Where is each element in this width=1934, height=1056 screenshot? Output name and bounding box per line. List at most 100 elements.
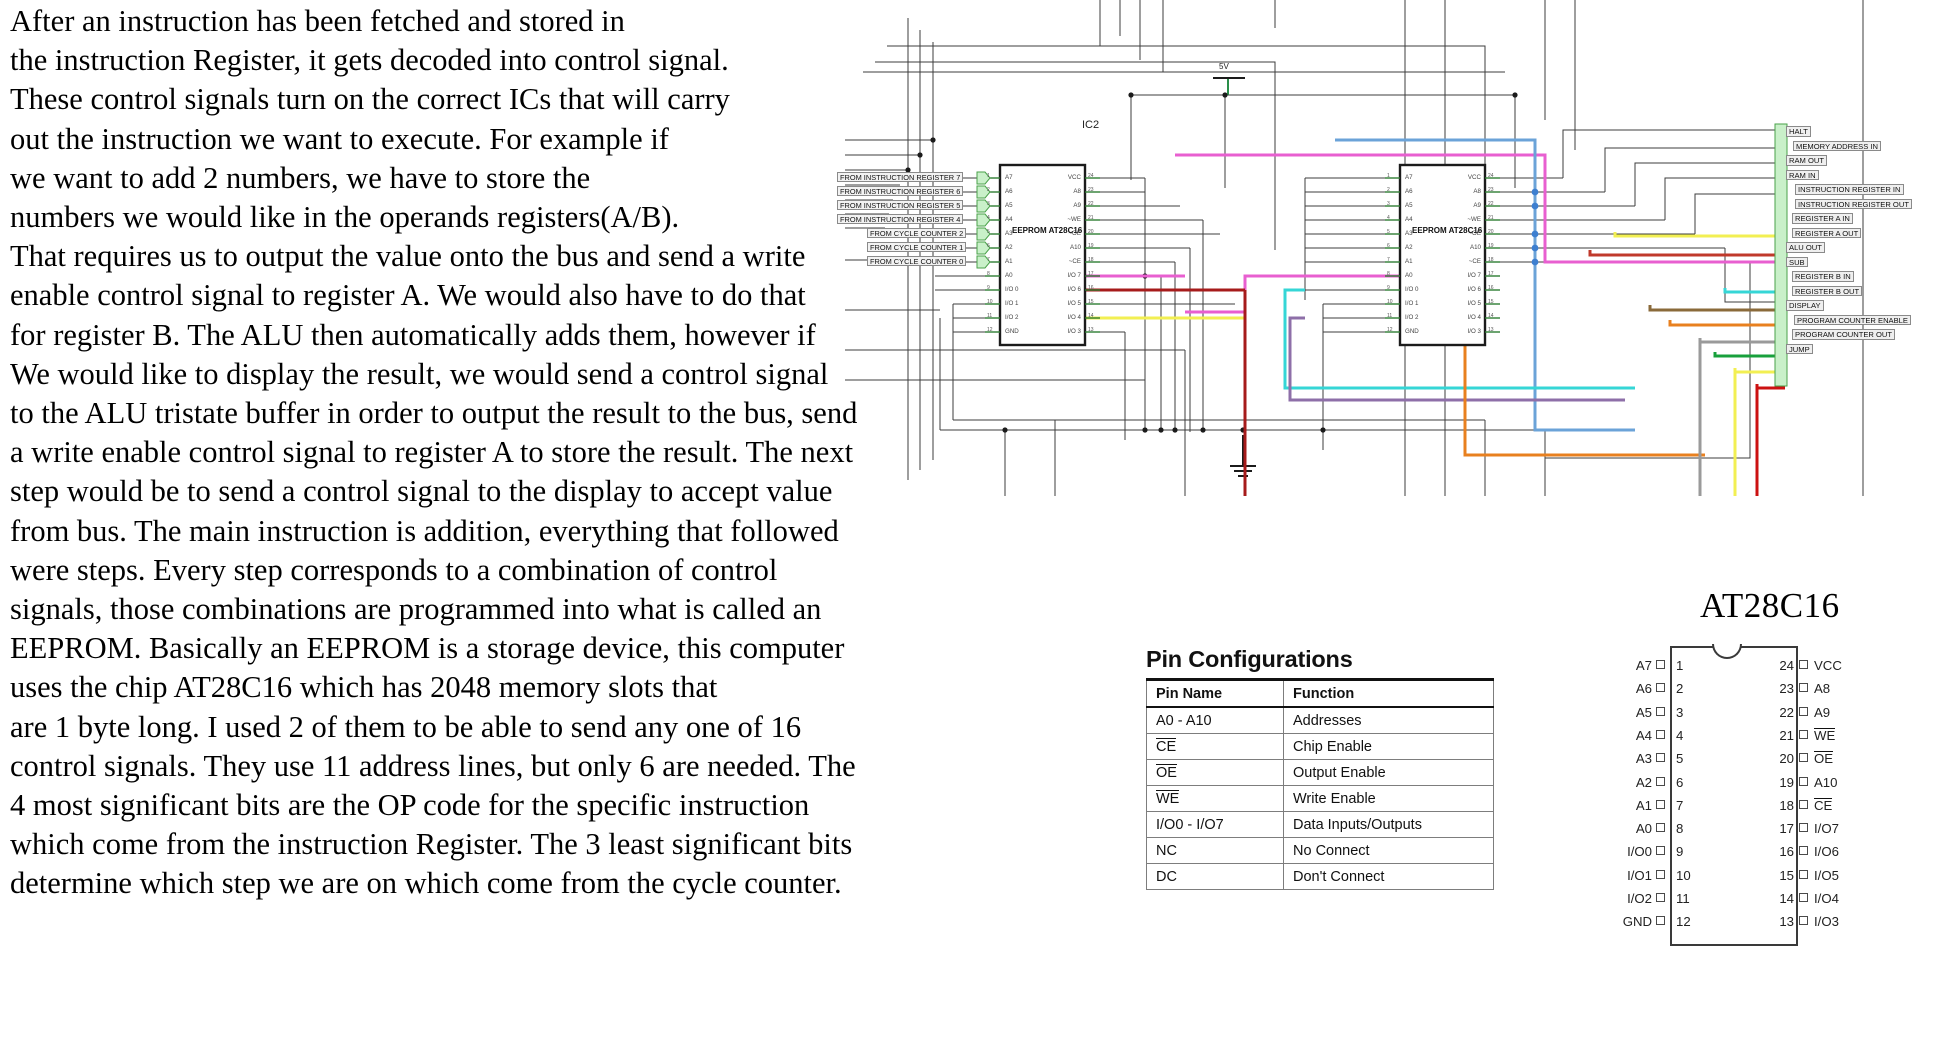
cell-pin-name: NC xyxy=(1146,837,1284,864)
dip-pin-pad-icon xyxy=(1799,799,1808,809)
dip-pin-label-text: I/O2 xyxy=(1627,891,1652,906)
essay-line: we want to add 2 numbers, we have to sto… xyxy=(10,160,591,195)
control-output-label: REGISTER A OUT xyxy=(1792,227,1862,238)
chip-pin-number: 20 xyxy=(1088,229,1094,235)
dip-pin-label: A2 xyxy=(1590,775,1652,790)
dip-pin-pad-icon xyxy=(1656,776,1665,786)
chip-pin-name: I/O 4 xyxy=(1067,314,1081,321)
control-output-label: DISPLAY xyxy=(1786,300,1824,311)
dip-pin-label-text: A7 xyxy=(1635,658,1652,673)
dip-pin-pad-icon xyxy=(1656,706,1665,716)
dip-pin-number: 10 xyxy=(1676,867,1691,883)
dip-pin-number: 8 xyxy=(1676,821,1684,837)
dip-pin-label-text: A1 xyxy=(1635,797,1652,813)
chip-pin-name: I/O 2 xyxy=(1005,314,1019,321)
chip-pin-name: A3 xyxy=(1405,230,1413,237)
dip-pin-label: A8 xyxy=(1814,681,1830,696)
dip-pin-number: 4 xyxy=(1676,727,1684,743)
chip-pin-name: I/O 3 xyxy=(1067,328,1081,335)
essay-line: were steps. Every step corresponds to a … xyxy=(10,552,778,587)
dip-pin-number: 13 xyxy=(1779,914,1794,930)
essay-line: EEPROM. Basically an EEPROM is a storage… xyxy=(10,631,845,666)
dip-pin-label-text: A9 xyxy=(1814,704,1831,720)
chip-pin-number: 7 xyxy=(1387,257,1390,263)
dip-pin-pad-icon xyxy=(1799,683,1808,693)
dip-pin-label: A6 xyxy=(1590,681,1652,696)
essay-line: control signals. They use 11 address lin… xyxy=(10,748,856,783)
chip-pin-number: 13 xyxy=(1088,327,1094,333)
control-output-label: HALT xyxy=(1786,126,1811,137)
chip-pin-name: A5 xyxy=(1005,202,1013,209)
dip-pin-number: 23 xyxy=(1779,681,1794,697)
essay-line: signals, those combinations are programm… xyxy=(10,592,822,627)
dip-pin-label: I/O7 xyxy=(1814,821,1839,836)
chip-pin-number: 10 xyxy=(987,299,993,305)
chip-pin-number: 7 xyxy=(987,257,990,263)
dip-pin-number: 3 xyxy=(1676,704,1684,720)
chip-pin-name: I/O 6 xyxy=(1467,286,1481,293)
dip-pin-label: A3 xyxy=(1590,751,1652,766)
dip-pin-label: I/O1 xyxy=(1590,868,1652,883)
chip-pin-number: 1 xyxy=(987,173,990,179)
essay-line: step would be to send a control signal t… xyxy=(10,474,833,509)
dip-pin-label-text: I/O0 xyxy=(1627,844,1652,860)
chip-pin-number: 3 xyxy=(1387,201,1390,207)
page-root: After an instruction has been fetched an… xyxy=(0,0,1934,1056)
dip-pin-label: I/O5 xyxy=(1814,868,1839,883)
pin-name-text: WE xyxy=(1156,789,1180,807)
chip-pin-name: I/O 5 xyxy=(1067,300,1081,307)
control-output-label: INSTRUCTION REGISTER OUT xyxy=(1795,198,1912,209)
pin-configurations-title: Pin Configurations xyxy=(1146,646,1353,672)
chip-pin-name: ~CE xyxy=(1068,258,1081,265)
table-row: OE Output Enable xyxy=(1146,759,1494,786)
at28c16-caption: AT28C16 xyxy=(1700,586,1840,625)
dip-pin-label: I/O4 xyxy=(1814,891,1839,906)
dip-pin-number: 2 xyxy=(1676,681,1684,697)
dip-pin-number: 14 xyxy=(1779,891,1794,906)
essay-line: from bus. The main instruction is additi… xyxy=(10,513,839,548)
dip-pin-number: 1 xyxy=(1676,658,1684,673)
chip-pin-name: A1 xyxy=(1005,258,1013,265)
dip-pin-pad-icon xyxy=(1656,893,1665,902)
chip-pin-number: 2 xyxy=(1387,187,1390,193)
dip-pin-label-text: GND xyxy=(1622,914,1652,930)
dip-pin-pad-icon xyxy=(1799,916,1808,926)
dip-pin-number: 15 xyxy=(1779,867,1794,883)
dip-pin-label: I/O6 xyxy=(1814,844,1839,859)
chip-pin-name: I/O 0 xyxy=(1005,286,1019,293)
chip-pin-name: VCC xyxy=(1067,174,1081,181)
chip-pin-number: 15 xyxy=(1088,299,1094,305)
dip-pin-label-text: A4 xyxy=(1635,727,1652,743)
chip-pin-number: 6 xyxy=(1387,243,1390,249)
chip-pin-number: 18 xyxy=(1088,257,1094,263)
dip-pin-number: 24 xyxy=(1779,658,1794,673)
chip-pin-number: 13 xyxy=(1488,327,1494,333)
dip-pin-label-text: I/O4 xyxy=(1814,891,1839,906)
dip-pin-pad-icon xyxy=(1799,869,1808,879)
dip-pin-label-text: A8 xyxy=(1814,681,1831,697)
chip-pin-number: 2 xyxy=(987,187,990,193)
table-row: CE Chip Enable xyxy=(1146,733,1494,760)
chip-pin-number: 14 xyxy=(1088,313,1094,319)
dip-pin-label: I/O0 xyxy=(1590,844,1652,859)
dip-pin-pad-icon xyxy=(1656,846,1665,856)
cell-function: Chip Enable xyxy=(1283,733,1494,760)
chip-pin-name: I/O 1 xyxy=(1405,300,1419,307)
chip-pin-name: I/O 1 xyxy=(1005,300,1019,307)
pin-name-text: CE xyxy=(1156,737,1177,755)
dip-pin-label-text: WE xyxy=(1814,727,1836,743)
dip-pin-label-text: OE xyxy=(1814,751,1834,767)
essay-line: numbers we would like in the operands re… xyxy=(10,200,680,235)
essay-line: These control signals turn on the correc… xyxy=(10,82,730,117)
chip-pin-name: I/O 6 xyxy=(1067,286,1081,293)
dip-pin-number: 21 xyxy=(1779,727,1794,743)
dip-pin-label: OE xyxy=(1814,751,1834,767)
control-output-label: INSTRUCTION REGISTER IN xyxy=(1795,184,1904,195)
chip-pin-number: 11 xyxy=(987,313,993,319)
cell-function: No Connect xyxy=(1283,837,1494,864)
chip-pin-number: 11 xyxy=(1387,313,1393,319)
chip-pin-number: 3 xyxy=(987,201,990,207)
chip-pin-name: GND xyxy=(1005,328,1019,335)
chip-pin-number: 24 xyxy=(1088,173,1094,179)
dip-pin-pad-icon xyxy=(1799,846,1808,856)
